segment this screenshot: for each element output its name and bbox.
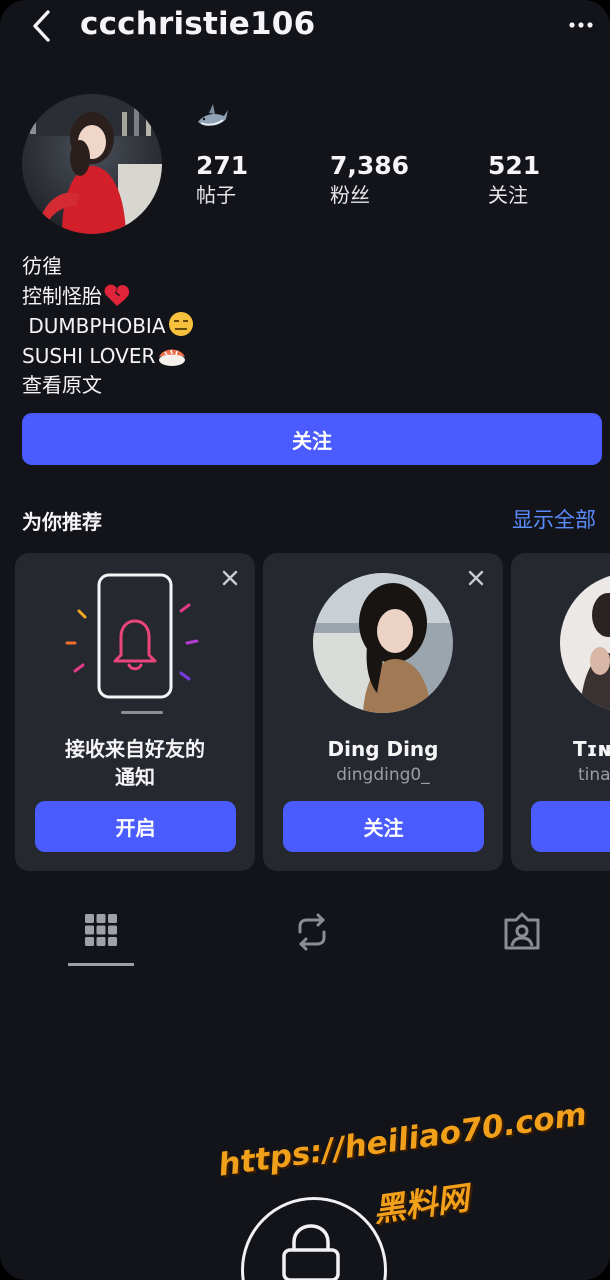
bio-line: SUSHI LOVER	[22, 342, 194, 372]
see-original-link[interactable]: 查看原文	[22, 371, 194, 401]
follow-button[interactable]: 关注	[22, 413, 602, 465]
suggested-user-card[interactable]: Ding Ding dingding0_ 关注	[263, 553, 503, 871]
sushi-emoji-icon	[159, 349, 186, 366]
show-all-link[interactable]: 显示全部	[512, 504, 596, 534]
card-title: 通知	[115, 765, 155, 789]
top-bar: ccchristie106	[0, 0, 610, 54]
suggested-user-handle: tina	[578, 765, 610, 785]
broken-heart-emoji-icon	[104, 284, 130, 306]
bio-line: DUMBPHOBIA	[22, 311, 194, 342]
notification-suggestion-card: 接收来自好友的 通知 开启	[15, 553, 255, 871]
followers-stat[interactable]: 7,386 粉丝	[330, 150, 409, 208]
enable-notifications-button[interactable]: 开启	[35, 801, 236, 852]
suggested-user-name: Ding Ding	[327, 737, 439, 761]
close-icon[interactable]	[463, 565, 489, 591]
following-stat[interactable]: 521 关注	[488, 150, 540, 208]
profile-username: ccchristie106	[80, 6, 316, 42]
tagged-person-icon[interactable]	[500, 910, 544, 954]
close-icon[interactable]	[217, 565, 243, 591]
bio-line: 彷徨	[22, 254, 62, 278]
suggested-for-you-title: 为你推荐	[22, 510, 102, 534]
phone-bell-icon	[65, 573, 199, 714]
chevron-left-icon[interactable]	[28, 8, 58, 44]
repost-icon[interactable]	[290, 910, 334, 954]
watermark-site-name: 黑料网	[370, 1178, 472, 1230]
lock-icon	[282, 1224, 340, 1280]
suggested-user-card[interactable]: Tɪɴ tina	[511, 553, 610, 871]
suggested-user-avatar[interactable]	[560, 573, 610, 713]
suggested-user-handle: dingding0_	[336, 765, 430, 785]
suggested-user-avatar[interactable]	[313, 573, 453, 713]
ellipsis-horizontal-icon[interactable]	[560, 12, 600, 38]
follow-suggested-user-button[interactable]	[531, 801, 610, 852]
following-label: 关注	[488, 183, 528, 207]
bio-line: 控制怪胎	[22, 282, 194, 312]
following-count: 521	[488, 151, 541, 180]
followers-count: 7,386	[330, 151, 410, 180]
posts-label: 帖子	[196, 183, 236, 207]
avatar-photo	[22, 94, 162, 234]
card-title: 接收来自好友的	[65, 737, 205, 761]
followers-label: 粉丝	[330, 183, 370, 207]
posts-stat[interactable]: 271 帖子	[196, 150, 248, 208]
profile-bio: 彷徨 控制怪胎 DUMBPHOBIA SUSHI LOVER 查看原文	[22, 252, 194, 401]
active-tab-indicator	[68, 963, 134, 966]
profile-avatar[interactable]	[22, 94, 162, 234]
watermark-url: https://heiliao70.com	[216, 1096, 589, 1184]
grid-icon[interactable]	[79, 910, 123, 954]
follow-suggested-user-button[interactable]: 关注	[283, 801, 484, 852]
posts-count: 271	[196, 151, 249, 180]
profile-screen: ccchristie106 271 帖子 7,386 粉丝 521 关注 彷徨 …	[0, 0, 610, 1280]
shark-emoji-icon	[198, 104, 228, 126]
expressionless-face-emoji-icon	[168, 312, 193, 336]
suggested-user-name: Tɪɴ	[573, 737, 610, 761]
